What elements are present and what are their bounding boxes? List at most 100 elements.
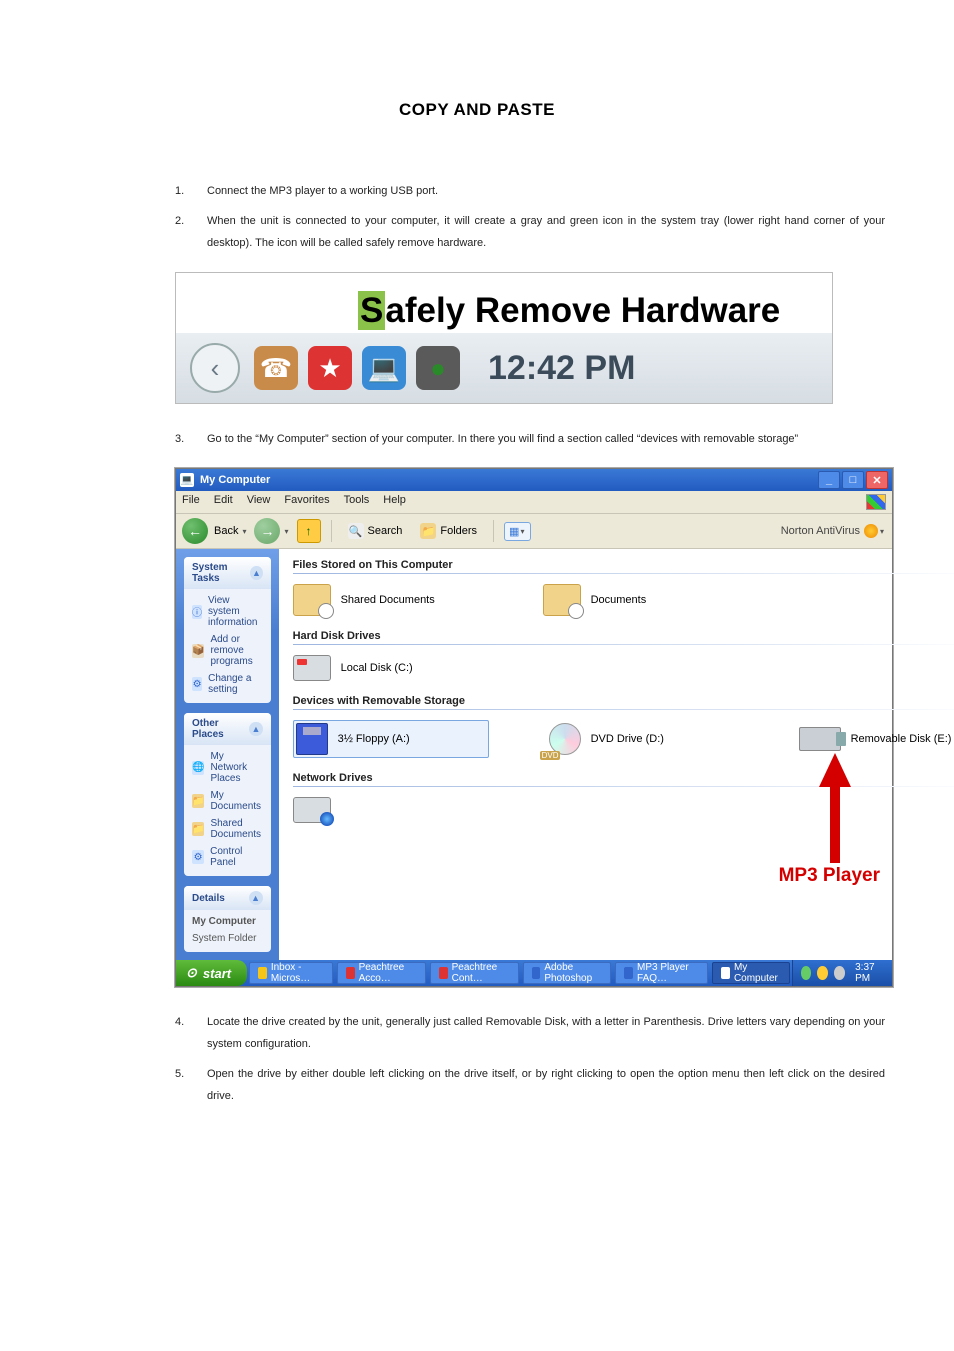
folder-icon: 📁 [192, 794, 204, 808]
task-label: Adobe Photoshop [544, 962, 602, 984]
app-icon [346, 967, 355, 979]
step-3: 3.Go to the “My Computer” section of you… [175, 428, 885, 450]
chevron-up-icon: ▲ [249, 722, 262, 736]
tray-icon[interactable]: 💻 [362, 346, 406, 390]
step-number: 4. [175, 1011, 207, 1055]
dvd-badge: DVD [540, 751, 561, 760]
group-divider [293, 573, 954, 574]
search-button[interactable]: 🔍 Search [342, 521, 409, 541]
menubar: File Edit View Favorites Tools Help [176, 491, 892, 514]
page-title: COPY AND PASTE [0, 100, 954, 120]
item-user-documents[interactable]: Documents [543, 584, 733, 616]
start-button[interactable]: ⊙start [176, 960, 247, 986]
step-number: 3. [175, 428, 207, 450]
panel-header[interactable]: System Tasks▲ [184, 557, 271, 589]
panel-header[interactable]: Details▲ [184, 886, 271, 910]
panel-system-tasks: System Tasks▲ ⓘ View system information 📦… [184, 557, 271, 703]
balloon-tooltip[interactable]: Safely Remove Hardware [358, 291, 832, 331]
menu-help[interactable]: Help [383, 494, 406, 510]
item-floppy-a[interactable]: 3½ Floppy (A:) [293, 720, 489, 758]
link-label: View system information [208, 595, 263, 628]
content-pane[interactable]: Files Stored on This Computer Shared Doc… [279, 549, 954, 960]
item-label: Shared Documents [341, 594, 435, 606]
window-titlebar[interactable]: 💻 My Computer _ □ ✕ [176, 469, 892, 491]
menu-tools[interactable]: Tools [344, 494, 370, 510]
norton-icon [864, 524, 878, 538]
windows-flag-icon [866, 494, 886, 510]
app-icon [532, 967, 541, 979]
chevron-up-icon: ▲ [249, 891, 263, 905]
search-icon: 🔍 [348, 523, 364, 539]
instruction-list: 4.Locate the drive created by the unit, … [175, 1011, 954, 1107]
box-icon: 📦 [192, 644, 204, 658]
link-label: My Network Places [210, 751, 262, 784]
menu-file[interactable]: File [182, 494, 200, 510]
step-text: When the unit is connected to your compu… [207, 210, 885, 254]
norton-dropdown-icon: ▾ [880, 527, 884, 536]
panel-other-places: Other Places▲ 🌐My Network Places 📁My Doc… [184, 713, 271, 876]
maximize-button[interactable]: □ [842, 471, 864, 489]
link-change-setting[interactable]: ⚙Change a setting [192, 673, 263, 695]
taskbar-item-photoshop[interactable]: Adobe Photoshop [523, 962, 612, 984]
taskbar-item-inbox[interactable]: Inbox - Micros… [249, 962, 333, 984]
tray-icon[interactable] [834, 966, 845, 980]
menu-view[interactable]: View [247, 494, 271, 510]
tray-icon[interactable]: ☎ [254, 346, 298, 390]
norton-toolbar[interactable]: Norton AntiVirus▾ [781, 524, 886, 538]
item-dvd-drive-d[interactable]: DVDDVD Drive (D:) [549, 723, 739, 755]
item-network-drive[interactable] [293, 797, 483, 823]
safely-remove-hardware-icon[interactable]: ● [416, 346, 460, 390]
step-4: 4.Locate the drive created by the unit, … [175, 1011, 885, 1055]
task-label: My Computer [734, 962, 781, 984]
tray-icon[interactable] [817, 966, 828, 980]
tray-icon[interactable] [801, 966, 812, 980]
link-add-remove-programs[interactable]: 📦Add or remove programs [192, 634, 263, 667]
details-name: My Computer [192, 916, 263, 927]
task-label: Peachtree Cont… [452, 962, 510, 984]
minimize-button[interactable]: _ [818, 471, 840, 489]
app-icon [624, 967, 633, 979]
folders-button[interactable]: 📁Folders [414, 521, 483, 541]
expand-tray-button[interactable]: ‹ [190, 343, 240, 393]
tray-icon[interactable]: ★ [308, 346, 352, 390]
link-network-places[interactable]: 🌐My Network Places [192, 751, 263, 784]
link-shared-documents[interactable]: 📁Shared Documents [192, 818, 263, 840]
link-my-documents[interactable]: 📁My Documents [192, 790, 263, 812]
step-1: 1.Connect the MP3 player to a working US… [175, 180, 885, 202]
app-icon [258, 967, 267, 979]
info-icon: ⓘ [192, 605, 202, 619]
group-files-stored: Files Stored on This Computer [293, 559, 954, 571]
item-label: DVD Drive (D:) [591, 733, 664, 745]
views-button[interactable]: ▦▾ [504, 522, 531, 541]
panel-header[interactable]: Other Places▲ [184, 713, 271, 745]
taskbar-item-peachtree-1[interactable]: Peachtree Acco… [337, 962, 426, 984]
search-label: Search [368, 525, 403, 537]
link-label: Control Panel [210, 846, 262, 868]
up-button[interactable]: ↑ [297, 519, 321, 543]
menu-edit[interactable]: Edit [214, 494, 233, 510]
taskbar-item-my-computer[interactable]: My Computer [712, 962, 790, 984]
menu-favorites[interactable]: Favorites [284, 494, 329, 510]
item-local-disk-c[interactable]: Local Disk (C:) [293, 655, 483, 681]
forward-dropdown-icon[interactable]: ▾ [284, 527, 288, 536]
instruction-list: 3.Go to the “My Computer” section of you… [175, 428, 954, 450]
taskbar: ⊙start Inbox - Micros… Peachtree Acco… P… [176, 960, 892, 986]
link-control-panel[interactable]: ⚙Control Panel [192, 846, 263, 868]
tray-clock[interactable]: 3:37 PM [855, 962, 884, 984]
figure-my-computer-window: 💻 My Computer _ □ ✕ File Edit View Favor… [175, 468, 954, 987]
back-dropdown-icon[interactable]: ▾ [242, 527, 246, 536]
back-button[interactable]: ← [182, 518, 208, 544]
shared-folder-icon [293, 584, 331, 616]
taskbar-item-peachtree-2[interactable]: Peachtree Cont… [430, 962, 519, 984]
step-text: Go to the “My Computer” section of your … [207, 428, 885, 450]
close-button[interactable]: ✕ [866, 471, 888, 489]
tray-clock[interactable]: 12:42 PM [488, 349, 635, 388]
step-5: 5.Open the drive by either double left c… [175, 1063, 885, 1107]
folder-icon: 📁 [192, 822, 204, 836]
link-view-system-info[interactable]: ⓘ View system information [192, 595, 263, 628]
item-removable-disk-e[interactable]: Removable Disk (E:) [799, 727, 954, 751]
taskbar-item-mp3-faq[interactable]: MP3 Player FAQ… [615, 962, 707, 984]
forward-button[interactable]: → [254, 518, 280, 544]
step-number: 5. [175, 1063, 207, 1107]
item-shared-documents[interactable]: Shared Documents [293, 584, 483, 616]
